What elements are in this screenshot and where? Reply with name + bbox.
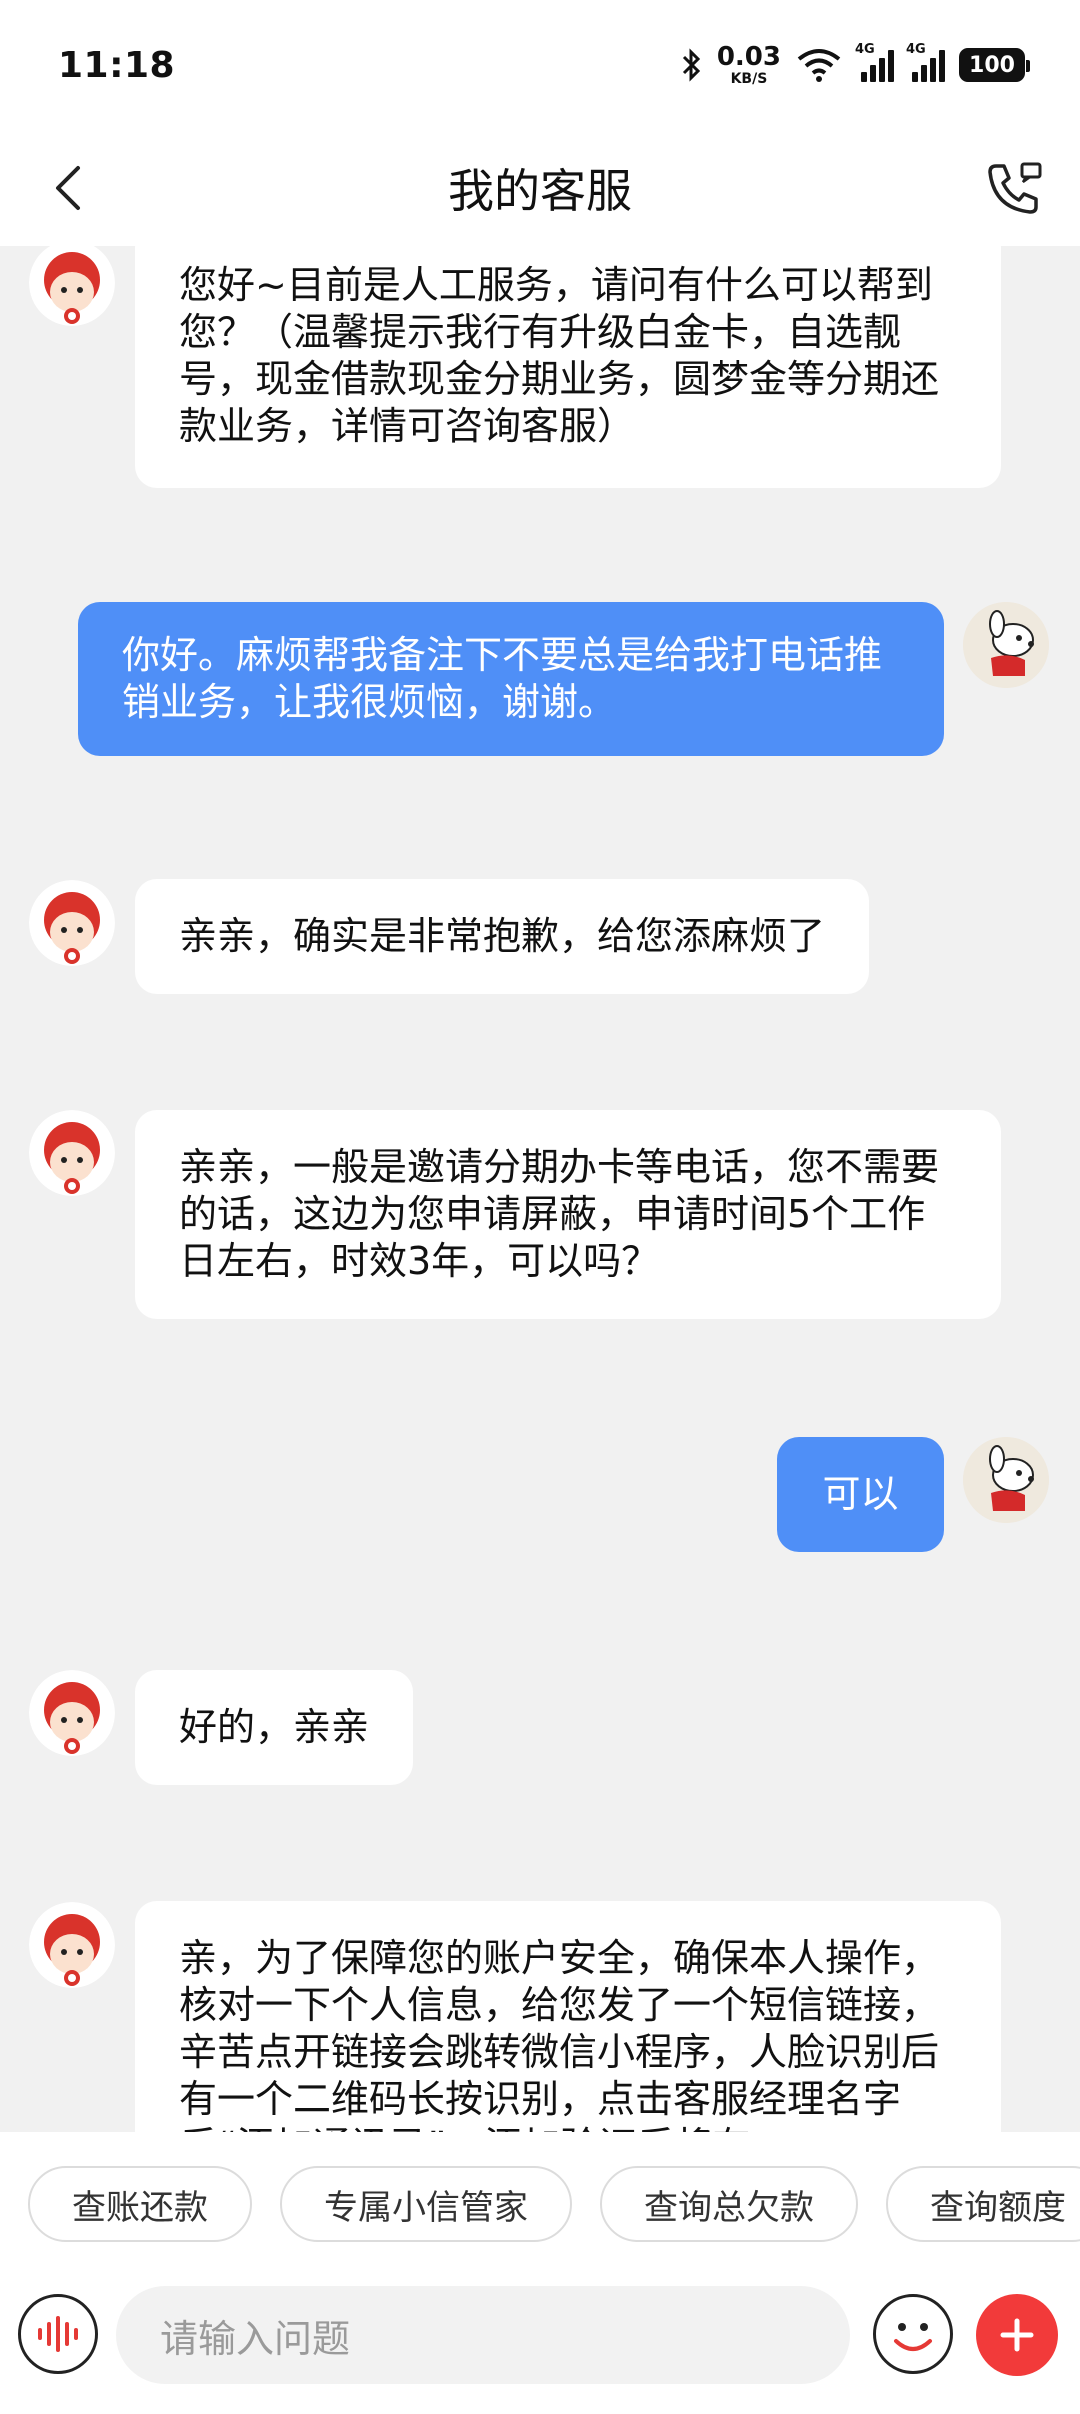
question-input[interactable]: 请输入问题: [116, 2286, 850, 2384]
quick-reply-chip[interactable]: 专属小信管家: [280, 2166, 572, 2242]
phone-call-icon[interactable]: [982, 156, 1046, 220]
quick-reply-chip[interactable]: 查询额度: [886, 2166, 1080, 2242]
bot-avatar: [29, 1110, 115, 1196]
bot-avatar: [29, 880, 115, 966]
nav-header: 我的客服: [0, 130, 1080, 246]
bot-avatar: [29, 246, 115, 326]
quick-reply-list: 查账还款 专属小信管家 查询总欠款 查询额度: [28, 2166, 1080, 2242]
net-speed-unit: KB/S: [730, 71, 768, 87]
message-bubble-bot: 好的，亲亲: [135, 1670, 414, 1785]
voice-button[interactable]: [18, 2294, 98, 2374]
chat-area[interactable]: 您好~目前是人工服务，请问有什么可以帮到您？（温馨提示我行有升级白金卡，自选靓号…: [0, 246, 1080, 2132]
message-bubble-bot: 您好~目前是人工服务，请问有什么可以帮到您？（温馨提示我行有升级白金卡，自选靓号…: [135, 246, 1001, 488]
user-avatar: [963, 1437, 1049, 1523]
input-row: 请输入问题: [0, 2282, 1080, 2402]
voice-wave-icon: [38, 2316, 78, 2352]
message-bubble-user: 你好。麻烦帮我备注下不要总是给我打电话推销业务，让我很烦恼，谢谢。: [78, 602, 944, 756]
net-speed: 0.03 KB/S: [717, 44, 781, 86]
quick-reply-chip[interactable]: 查询总欠款: [600, 2166, 858, 2242]
net-speed-value: 0.03: [716, 42, 781, 72]
emoji-button[interactable]: [873, 2294, 953, 2374]
quick-reply-chip[interactable]: 查账还款: [28, 2166, 252, 2242]
bottom-bar: 查账还款 专属小信管家 查询总欠款 查询额度 请输入问题: [0, 2132, 1080, 2414]
page-title: 我的客服: [448, 164, 632, 218]
bot-avatar: [29, 1902, 115, 1988]
bot-avatar: [29, 1670, 115, 1756]
message-bubble-bot: 亲亲，一般是邀请分期办卡等电话，您不需要的话，这边为您申请屏蔽，申请时间5个工作…: [135, 1110, 1001, 1319]
status-bar: 11:18 0.03 KB/S 4G 4G 100: [0, 0, 1080, 130]
plus-button[interactable]: [976, 2294, 1058, 2376]
status-time: 11:18: [58, 44, 176, 86]
smiley-icon: [894, 2323, 932, 2351]
plus-icon: [1000, 2318, 1034, 2352]
signal-sim2-icon: 4G: [906, 42, 945, 82]
message-bubble-user: 可以: [777, 1437, 944, 1552]
signal-sim1-icon: 4G: [855, 42, 894, 82]
back-button[interactable]: [40, 158, 100, 218]
user-avatar: [963, 602, 1049, 688]
battery-icon: 100: [959, 48, 1030, 82]
message-bubble-bot: 亲亲，确实是非常抱歉，给您添麻烦了: [135, 879, 870, 994]
wifi-icon: [797, 49, 841, 82]
message-bubble-bot: 亲，为了保障您的账户安全，确保本人操作，核对一下个人信息，给您发了一个短信链接，…: [135, 1901, 1001, 2132]
bluetooth-icon: [682, 48, 700, 82]
status-icons: 0.03 KB/S 4G 4G 100: [681, 42, 1030, 86]
